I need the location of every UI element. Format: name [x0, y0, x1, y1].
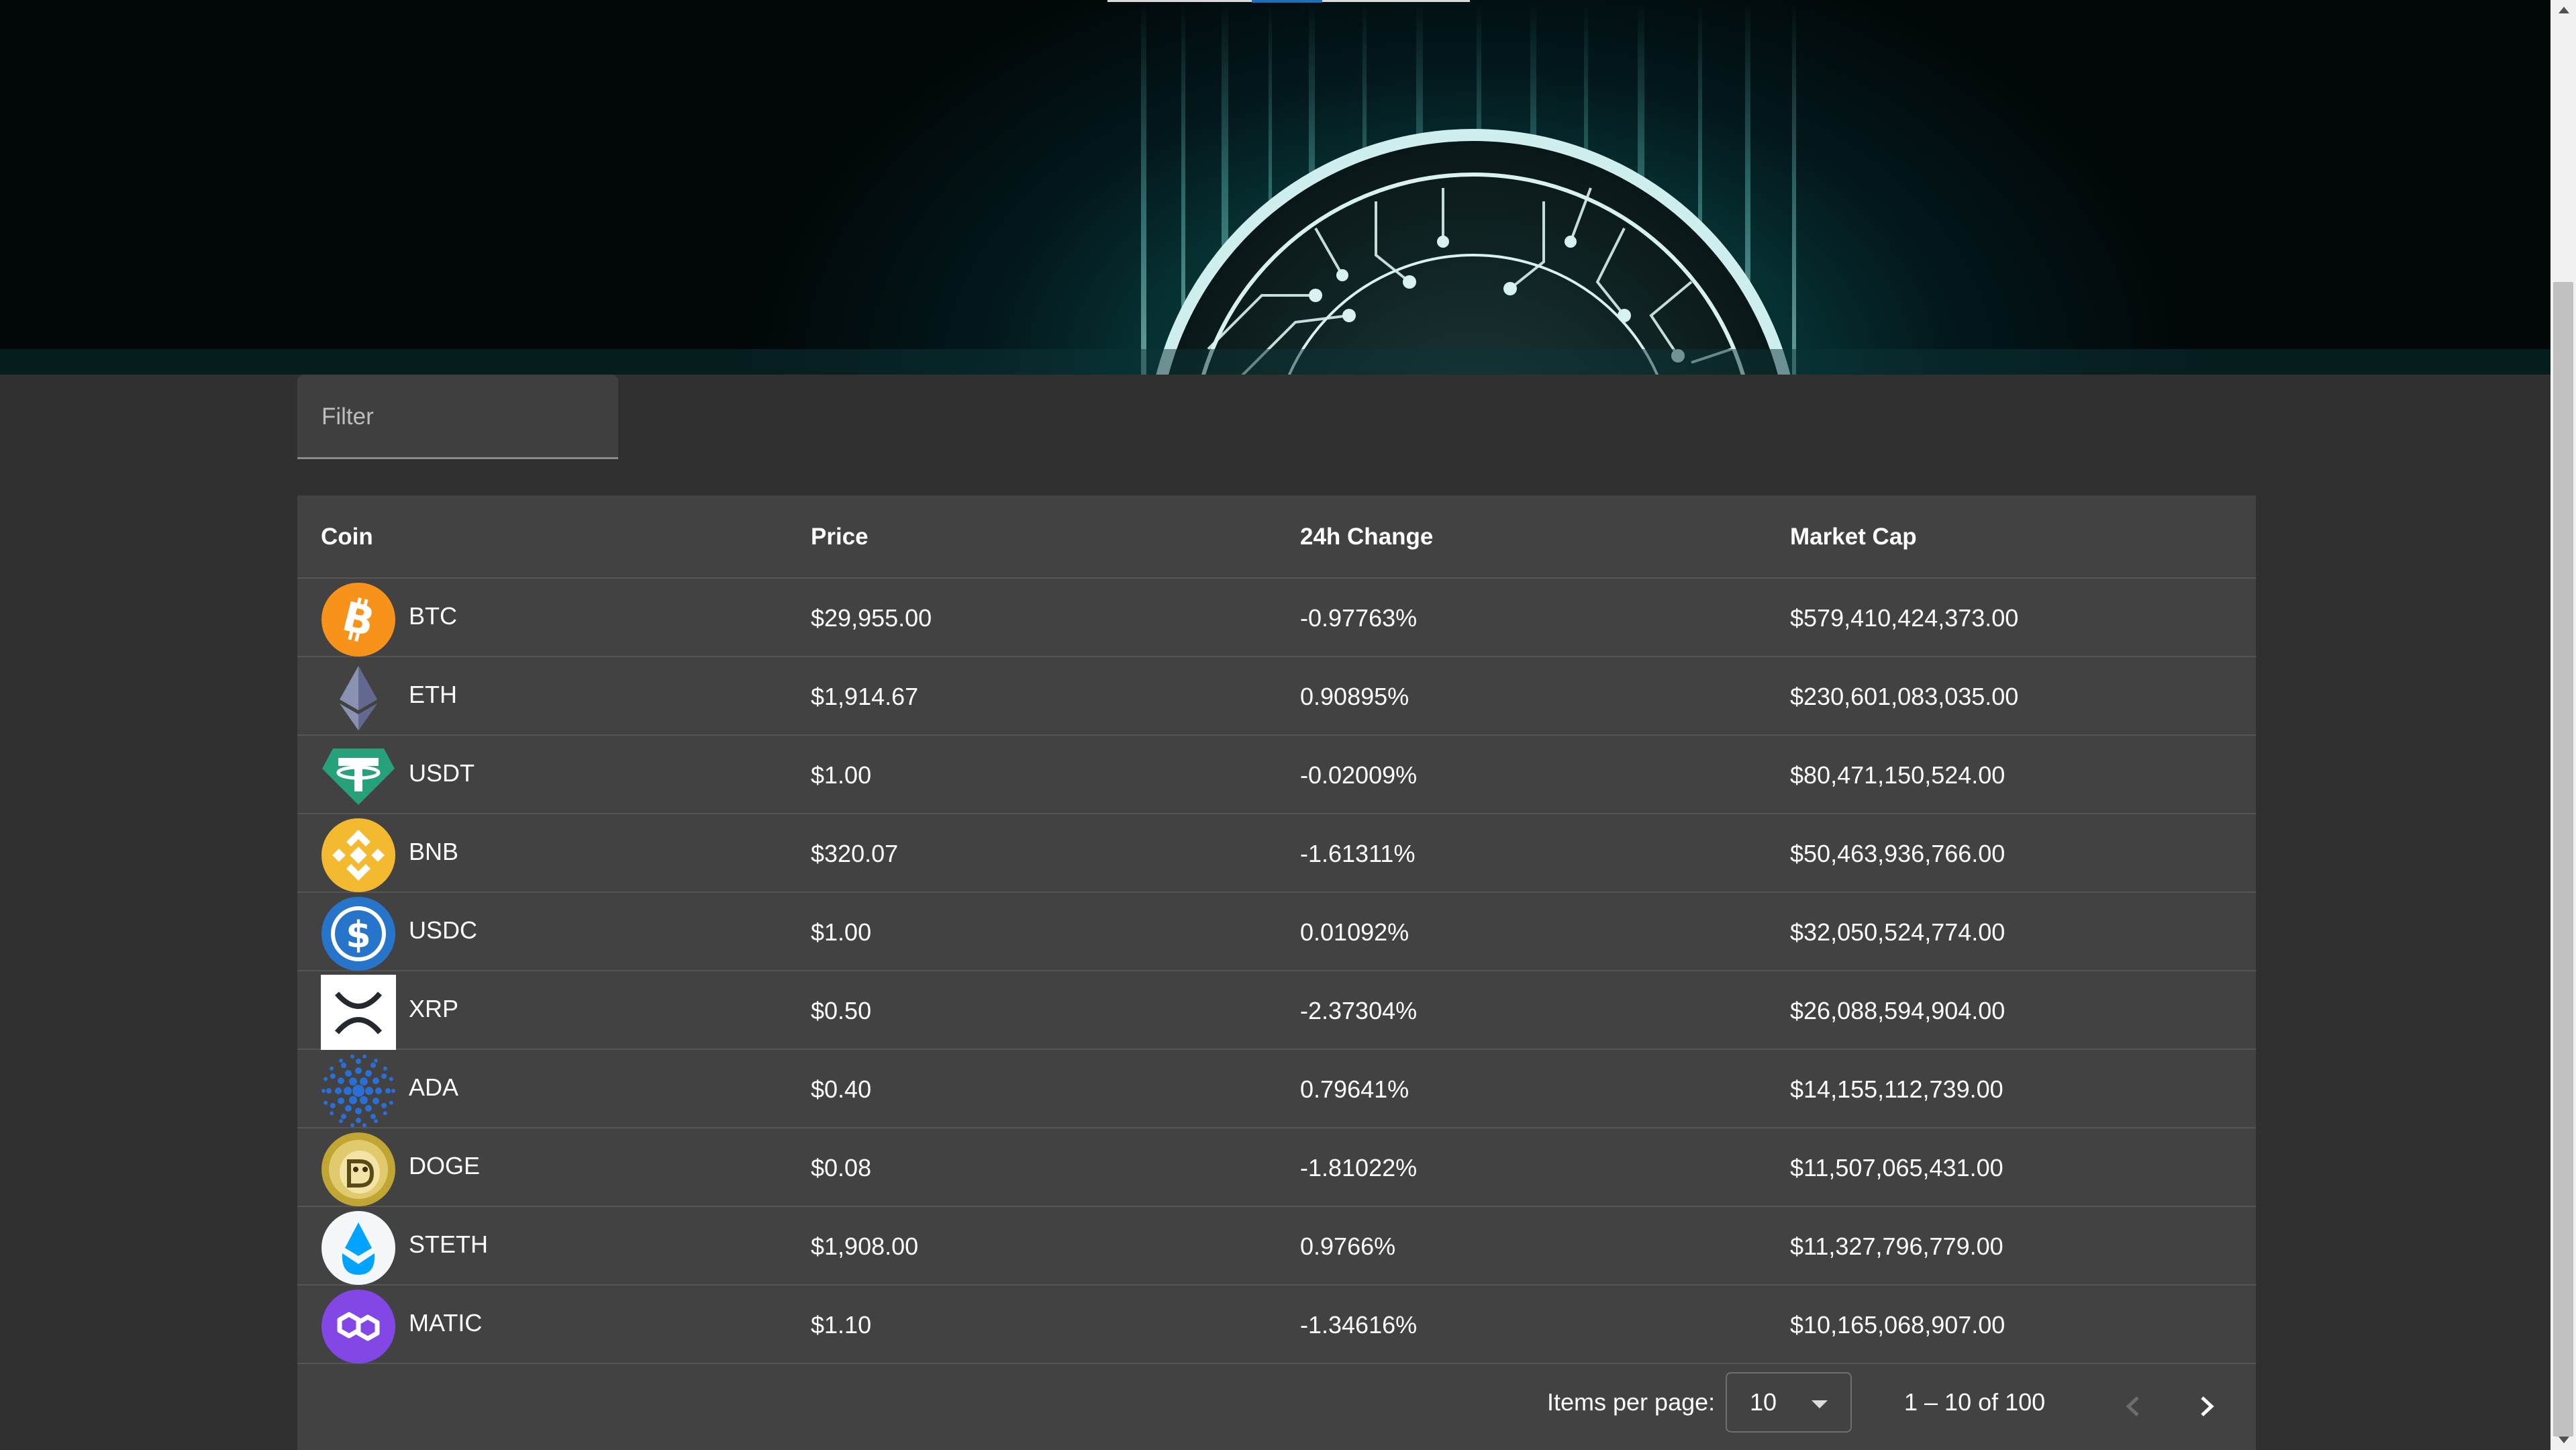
- table-row[interactable]: ADA $0.40 0.79641% $14,155,112,739.00: [297, 1050, 2256, 1128]
- change-cell: -1.81022%: [1300, 1154, 1418, 1181]
- hero-banner: [0, 0, 2550, 375]
- cardano-icon: [321, 1053, 396, 1128]
- coin-cell: ADA: [297, 1050, 787, 1128]
- items-per-page-select[interactable]: 10: [1726, 1372, 1852, 1433]
- items-per-page-value: 10: [1750, 1388, 1777, 1416]
- filter-input[interactable]: [321, 400, 590, 434]
- table-row[interactable]: BNB $320.07 -1.61311% $50,463,936,766.00: [297, 814, 2256, 893]
- paginator: Items per page: 10 1 – 10 of 100: [297, 1363, 2256, 1450]
- price-cell: $29,955.00: [811, 604, 932, 632]
- price-cell: $0.50: [811, 997, 872, 1024]
- coin-symbol: USDC: [409, 916, 478, 944]
- table-row[interactable]: ETH $1,914.67 0.90895% $230,601,083,035.…: [297, 657, 2256, 736]
- page-range-label: 1 – 10 of 100: [1904, 1388, 2046, 1416]
- coin-cell: B BTC: [297, 579, 787, 657]
- price-cell: $0.08: [811, 1154, 872, 1181]
- svg-text:$: $: [346, 914, 371, 956]
- xrp-icon: [321, 975, 396, 1050]
- steth-icon: [321, 1210, 396, 1286]
- market-cap-cell: $26,088,594,904.00: [1790, 997, 2005, 1024]
- coin-symbol: ADA: [409, 1073, 459, 1101]
- table-row[interactable]: MATIC $1.10 -1.34616% $10,165,068,907.00: [297, 1286, 2256, 1364]
- column-header-price[interactable]: Price: [811, 495, 869, 579]
- coin-cell: ETH: [297, 657, 787, 736]
- change-cell: -1.34616%: [1300, 1311, 1418, 1339]
- coin-cell: USDT: [297, 736, 787, 814]
- coin-cell: DOGE: [297, 1128, 787, 1207]
- filter-field[interactable]: [297, 375, 618, 459]
- bnb-icon: [321, 818, 396, 893]
- table-row[interactable]: XRP $0.50 -2.37304% $26,088,594,904.00: [297, 971, 2256, 1050]
- coin-symbol: STETH: [409, 1230, 489, 1258]
- price-cell: $0.40: [811, 1075, 872, 1103]
- market-cap-cell: $80,471,150,524.00: [1790, 761, 2005, 789]
- items-per-page-label: Items per page:: [1547, 1388, 1716, 1416]
- table-row[interactable]: B BTC $29,955.00 -0.97763% $579,410,424,…: [297, 579, 2256, 657]
- market-cap-cell: $579,410,424,373.00: [1790, 604, 2019, 632]
- table-row[interactable]: $ USDC $1.00 0.01092% $32,050,524,774.00: [297, 893, 2256, 971]
- change-cell: -1.61311%: [1300, 840, 1416, 867]
- ethereum-icon: [321, 661, 396, 736]
- coin-symbol: XRP: [409, 995, 459, 1022]
- main-content: Coin Price 24h Change Market Cap B BTC $…: [0, 375, 2550, 1450]
- market-cap-cell: $50,463,936,766.00: [1790, 840, 2005, 867]
- previous-page-button[interactable]: [2110, 1383, 2157, 1430]
- coin-symbol: USDT: [409, 759, 475, 787]
- column-header-24h-change[interactable]: 24h Change: [1300, 495, 1433, 579]
- market-cap-cell: $32,050,524,774.00: [1790, 918, 2005, 946]
- coin-symbol: MATIC: [409, 1309, 483, 1337]
- price-cell: $1.10: [811, 1311, 872, 1339]
- market-cap-cell: $11,327,796,779.00: [1790, 1232, 2003, 1260]
- column-header-market-cap[interactable]: Market Cap: [1790, 495, 1917, 579]
- dogecoin-icon: [321, 1132, 396, 1207]
- price-cell: $320.07: [811, 840, 899, 867]
- market-cap-cell: $14,155,112,739.00: [1790, 1075, 2003, 1103]
- coin-symbol: DOGE: [409, 1152, 481, 1179]
- change-cell: 0.90895%: [1300, 683, 1409, 710]
- scroll-thumb[interactable]: [2553, 282, 2573, 1437]
- change-cell: -2.37304%: [1300, 997, 1418, 1024]
- dropdown-arrow-icon: [1812, 1400, 1828, 1408]
- price-cell: $1,914.67: [811, 683, 919, 710]
- scroll-down-arrow-icon[interactable]: [2559, 1437, 2569, 1443]
- vertical-scrollbar[interactable]: [2550, 0, 2576, 1450]
- table-row[interactable]: STETH $1,908.00 0.9766% $11,327,796,779.…: [297, 1207, 2256, 1286]
- market-cap-cell: $230,601,083,035.00: [1790, 683, 2019, 710]
- coin-cell: MATIC: [297, 1286, 787, 1364]
- coin-cell: XRP: [297, 971, 787, 1050]
- coin-table: Coin Price 24h Change Market Cap B BTC $…: [297, 495, 2256, 1450]
- change-cell: 0.79641%: [1300, 1075, 1409, 1103]
- chevron-right-icon: [2201, 1396, 2214, 1416]
- market-cap-cell: $10,165,068,907.00: [1790, 1311, 2005, 1339]
- price-cell: $1.00: [811, 918, 872, 946]
- bitcoin-icon: B: [321, 582, 396, 657]
- column-header-coin[interactable]: Coin: [321, 495, 373, 579]
- tether-icon: [321, 739, 396, 814]
- coin-cell: $ USDC: [297, 893, 787, 971]
- coin-cell: BNB: [297, 814, 787, 893]
- next-page-button[interactable]: [2183, 1383, 2230, 1430]
- chevron-left-icon: [2126, 1396, 2139, 1416]
- change-cell: 0.9766%: [1300, 1232, 1396, 1260]
- market-cap-cell: $11,507,065,431.00: [1790, 1154, 2003, 1181]
- scroll-up-arrow-icon[interactable]: [2559, 7, 2569, 13]
- price-cell: $1,908.00: [811, 1232, 919, 1260]
- coin-symbol: BTC: [409, 602, 457, 630]
- crypto-coin-illustration: [0, 0, 2550, 375]
- polygon-icon: [321, 1289, 396, 1364]
- price-cell: $1.00: [811, 761, 872, 789]
- coin-cell: STETH: [297, 1207, 787, 1286]
- table-row[interactable]: DOGE $0.08 -1.81022% $11,507,065,431.00: [297, 1128, 2256, 1207]
- table-header-row: Coin Price 24h Change Market Cap: [297, 495, 2256, 579]
- change-cell: -0.97763%: [1300, 604, 1418, 632]
- change-cell: 0.01092%: [1300, 918, 1409, 946]
- table-row[interactable]: USDT $1.00 -0.02009% $80,471,150,524.00: [297, 736, 2256, 814]
- change-cell: -0.02009%: [1300, 761, 1418, 789]
- coin-symbol: ETH: [409, 681, 457, 708]
- coin-symbol: BNB: [409, 838, 459, 865]
- usdc-icon: $: [321, 896, 396, 971]
